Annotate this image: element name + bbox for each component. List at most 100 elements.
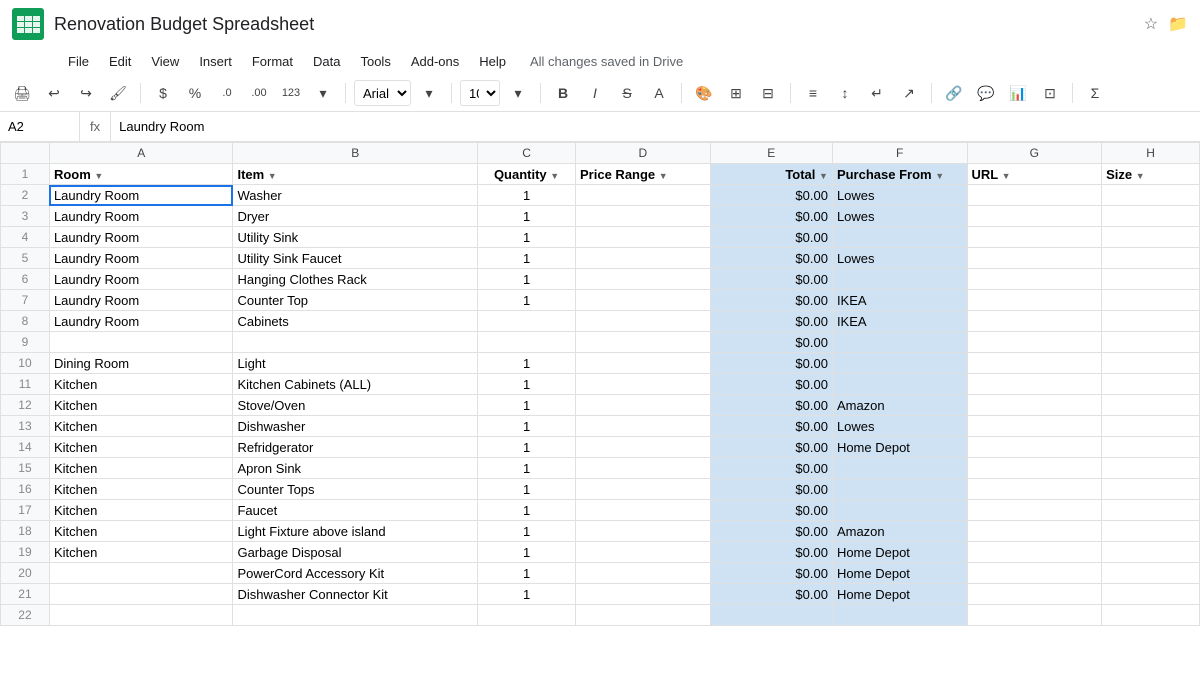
cell-21-d[interactable] [576, 584, 711, 605]
cell-9-g[interactable] [967, 332, 1102, 353]
font-family-select[interactable]: Arial [354, 80, 411, 106]
menu-tools[interactable]: Tools [352, 50, 398, 73]
rotate-button[interactable]: ↗ [895, 79, 923, 107]
cell-20-e[interactable]: $0.00 [710, 563, 832, 584]
cell-5-b[interactable]: Utility Sink Faucet [233, 248, 478, 269]
cell-15-e[interactable]: $0.00 [710, 458, 832, 479]
cell-15-a[interactable]: Kitchen [49, 458, 233, 479]
cell-7-g[interactable] [967, 290, 1102, 311]
cell-8-b[interactable]: Cabinets [233, 311, 478, 332]
cell-10-a[interactable]: Dining Room [49, 353, 233, 374]
cell-14-e[interactable]: $0.00 [710, 437, 832, 458]
cell-18-g[interactable] [967, 521, 1102, 542]
cell-2-a[interactable]: Laundry Room [49, 185, 233, 206]
function-button[interactable]: Σ [1081, 79, 1109, 107]
cell-7-c[interactable]: 1 [478, 290, 576, 311]
borders-button[interactable]: ⊞ [722, 79, 750, 107]
col-header-c[interactable]: C [478, 143, 576, 164]
strikethrough-button[interactable]: S [613, 79, 641, 107]
cell-20-c[interactable]: 1 [478, 563, 576, 584]
cell-13-g[interactable] [967, 416, 1102, 437]
cell-15-g[interactable] [967, 458, 1102, 479]
menu-edit[interactable]: Edit [101, 50, 139, 73]
cell-7-d[interactable] [576, 290, 711, 311]
cell-8-f[interactable]: IKEA [832, 311, 967, 332]
col-header-b[interactable]: B [233, 143, 478, 164]
cell-9-d[interactable] [576, 332, 711, 353]
cell-12-c[interactable]: 1 [478, 395, 576, 416]
cell-7-h[interactable] [1102, 290, 1200, 311]
cell-20-h[interactable] [1102, 563, 1200, 584]
cell-21-b[interactable]: Dishwasher Connector Kit [233, 584, 478, 605]
cell-1-f[interactable]: Purchase From ▼ [832, 164, 967, 185]
cell-17-a[interactable]: Kitchen [49, 500, 233, 521]
cell-11-c[interactable]: 1 [478, 374, 576, 395]
cell-1-h[interactable]: Size ▼ [1102, 164, 1200, 185]
cell-7-a[interactable]: Laundry Room [49, 290, 233, 311]
cell-10-c[interactable]: 1 [478, 353, 576, 374]
cell-7-b[interactable]: Counter Top [233, 290, 478, 311]
cell-10-h[interactable] [1102, 353, 1200, 374]
decimal-inc-button[interactable]: .00 [245, 79, 273, 107]
cell-6-c[interactable]: 1 [478, 269, 576, 290]
cell-9-f[interactable] [832, 332, 967, 353]
cell-10-f[interactable] [832, 353, 967, 374]
cell-3-f[interactable]: Lowes [832, 206, 967, 227]
redo-button[interactable]: ↪ [72, 79, 100, 107]
cell-5-h[interactable] [1102, 248, 1200, 269]
cell-2-h[interactable] [1102, 185, 1200, 206]
cell-14-c[interactable]: 1 [478, 437, 576, 458]
cell-19-g[interactable] [967, 542, 1102, 563]
cell-21-f[interactable]: Home Depot [832, 584, 967, 605]
fill-color-button[interactable]: 🎨 [690, 79, 718, 107]
cell-15-h[interactable] [1102, 458, 1200, 479]
cell-18-d[interactable] [576, 521, 711, 542]
menu-data[interactable]: Data [305, 50, 348, 73]
bold-button[interactable]: B [549, 79, 577, 107]
cell-18-e[interactable]: $0.00 [710, 521, 832, 542]
cell-13-b[interactable]: Dishwasher [233, 416, 478, 437]
cell-22-a[interactable] [49, 605, 233, 626]
cell-8-a[interactable]: Laundry Room [49, 311, 233, 332]
cell-2-f[interactable]: Lowes [832, 185, 967, 206]
cell-6-h[interactable] [1102, 269, 1200, 290]
wrap-button[interactable]: ↵ [863, 79, 891, 107]
paint-format-button[interactable]: 🖌 [104, 79, 132, 107]
cell-21-e[interactable]: $0.00 [710, 584, 832, 605]
cell-18-a[interactable]: Kitchen [49, 521, 233, 542]
align-button[interactable]: ≡ [799, 79, 827, 107]
format-dropdown-button[interactable]: ▾ [309, 79, 337, 107]
cell-20-d[interactable] [576, 563, 711, 584]
cell-20-g[interactable] [967, 563, 1102, 584]
cell-15-c[interactable]: 1 [478, 458, 576, 479]
cell-1-a[interactable]: Room ▼ [49, 164, 233, 185]
cell-18-f[interactable]: Amazon [832, 521, 967, 542]
cell-4-d[interactable] [576, 227, 711, 248]
cell-18-h[interactable] [1102, 521, 1200, 542]
menu-format[interactable]: Format [244, 50, 301, 73]
col-header-a[interactable]: A [49, 143, 233, 164]
decimal-dec-button[interactable]: .0 [213, 79, 241, 107]
chart-button[interactable]: 📊 [1004, 79, 1032, 107]
cell-4-f[interactable] [832, 227, 967, 248]
cell-2-g[interactable] [967, 185, 1102, 206]
cell-19-h[interactable] [1102, 542, 1200, 563]
cell-11-a[interactable]: Kitchen [49, 374, 233, 395]
cell-5-d[interactable] [576, 248, 711, 269]
cell-11-e[interactable]: $0.00 [710, 374, 832, 395]
cell-6-b[interactable]: Hanging Clothes Rack [233, 269, 478, 290]
cell-12-d[interactable] [576, 395, 711, 416]
cell-4-b[interactable]: Utility Sink [233, 227, 478, 248]
cell-17-g[interactable] [967, 500, 1102, 521]
menu-file[interactable]: File [60, 50, 97, 73]
format-123-button[interactable]: 123 [277, 79, 305, 107]
menu-insert[interactable]: Insert [191, 50, 240, 73]
cell-5-g[interactable] [967, 248, 1102, 269]
spreadsheet-title[interactable]: Renovation Budget Spreadsheet [54, 14, 1134, 35]
cell-16-e[interactable]: $0.00 [710, 479, 832, 500]
cell-9-c[interactable] [478, 332, 576, 353]
col-header-f[interactable]: F [832, 143, 967, 164]
cell-5-c[interactable]: 1 [478, 248, 576, 269]
cell-11-h[interactable] [1102, 374, 1200, 395]
cell-3-e[interactable]: $0.00 [710, 206, 832, 227]
